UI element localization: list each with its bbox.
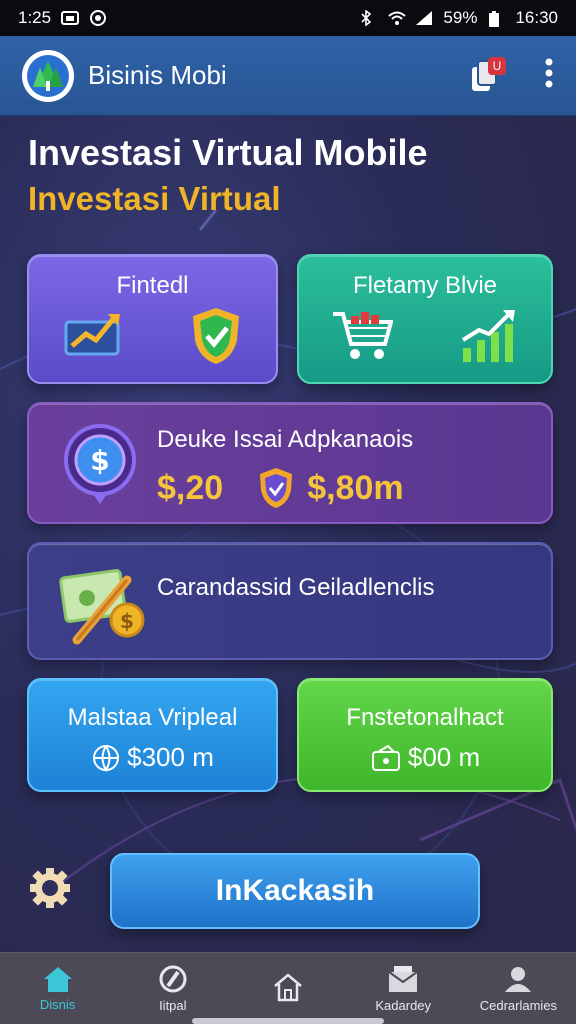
bluetooth-icon bbox=[359, 9, 377, 27]
nav-label-disnis: Disnis bbox=[39, 997, 76, 1012]
deposit-value-left: $,20 bbox=[157, 468, 224, 507]
nav-item-kadardey[interactable]: Kadardey bbox=[346, 953, 461, 1024]
shopping-cart-icon bbox=[333, 312, 393, 359]
dollar-coin-icon: $ bbox=[64, 424, 136, 504]
notification-badge: U bbox=[488, 56, 506, 75]
card-accounts-card[interactable]: $ Carandassid Geiladlenclis bbox=[27, 542, 553, 660]
tree-logo-icon bbox=[27, 54, 69, 97]
verified-shield-icon bbox=[260, 468, 293, 508]
gallery-icon bbox=[61, 10, 80, 26]
growth-bars-icon bbox=[461, 310, 515, 362]
battery-icon bbox=[487, 10, 505, 27]
home-indicator[interactable] bbox=[192, 1018, 384, 1024]
notifications-button[interactable]: U bbox=[468, 56, 506, 95]
card-accounts-label: Carandassid Geiladlenclis bbox=[157, 574, 435, 601]
fnstetonalhact-card-label: Fnstetonalhact bbox=[346, 704, 504, 731]
home-icon bbox=[43, 967, 72, 992]
signal-icon bbox=[415, 10, 433, 26]
app-logo bbox=[22, 49, 74, 102]
primary-action-button[interactable]: InKackasih bbox=[110, 853, 480, 929]
bottom-nav: Disnis Iitpal Kadardey Cedrarlamies bbox=[0, 952, 576, 1024]
fnstetonalhact-card[interactable]: Fnstetonalhact $00 m bbox=[297, 678, 553, 792]
page-subtitle: Investasi Virtual bbox=[28, 180, 281, 217]
leaf-icon bbox=[159, 965, 187, 993]
globe-icon bbox=[93, 744, 120, 772]
malstaa-card-value: $300 m bbox=[127, 742, 214, 772]
retail-card[interactable]: Fletamy Blvie bbox=[297, 254, 553, 384]
app-bar: Bisinis Mobi U bbox=[0, 36, 576, 116]
wifi-icon bbox=[387, 10, 407, 26]
mail-icon bbox=[388, 966, 418, 992]
malstaa-card-label: Malstaa Vripleal bbox=[67, 704, 238, 731]
status-bar: 1:25 59% 16:30 bbox=[0, 0, 576, 36]
more-menu-button[interactable] bbox=[544, 57, 554, 94]
kebab-menu-icon bbox=[545, 58, 553, 88]
svg-text:$: $ bbox=[90, 444, 109, 477]
status-time-left: 1:25 bbox=[18, 8, 52, 27]
malstaa-card[interactable]: Malstaa Vripleal $300 m bbox=[27, 678, 278, 792]
nav-label-iitpal: Iitpal bbox=[159, 998, 187, 1013]
house-outline-icon bbox=[274, 972, 302, 1001]
svg-text:$: $ bbox=[120, 609, 134, 633]
security-shield-icon bbox=[193, 308, 240, 364]
battery-percent: 59% bbox=[443, 8, 478, 27]
profile-icon bbox=[505, 967, 532, 992]
nav-item-iitpal[interactable]: Iitpal bbox=[115, 953, 230, 1024]
page-title: Investasi Virtual Mobile bbox=[28, 132, 428, 173]
deposit-value-right: $,80m bbox=[307, 468, 404, 507]
status-time-right: 16:30 bbox=[515, 8, 558, 27]
app-title: Bisinis Mobi bbox=[88, 60, 227, 90]
notification-icon bbox=[89, 10, 107, 26]
fnstetonalhact-card-value: $00 m bbox=[407, 742, 481, 772]
deposit-card[interactable]: $ Deuke Issai Adpkanaois $,20 $,80m bbox=[27, 402, 553, 524]
nav-label-cedrarlamies: Cedrarlamies bbox=[479, 998, 558, 1013]
payment-card-icon: $ bbox=[59, 569, 145, 645]
settings-gear-icon[interactable] bbox=[28, 866, 72, 910]
growth-chart-icon bbox=[64, 314, 120, 356]
deposit-card-label: Deuke Issai Adpkanaois bbox=[157, 426, 414, 453]
fintech-card[interactable]: Fintedl bbox=[27, 254, 278, 384]
wallet-icon bbox=[371, 744, 400, 771]
nav-item-cedrarlamies[interactable]: Cedrarlamies bbox=[461, 953, 576, 1024]
nav-item-home[interactable] bbox=[230, 953, 345, 1024]
nav-label-kadardey: Kadardey bbox=[375, 998, 432, 1013]
fintech-card-label: Fintedl bbox=[116, 272, 189, 299]
retail-card-label: Fletamy Blvie bbox=[352, 272, 498, 299]
nav-item-disnis[interactable]: Disnis bbox=[0, 953, 115, 1024]
